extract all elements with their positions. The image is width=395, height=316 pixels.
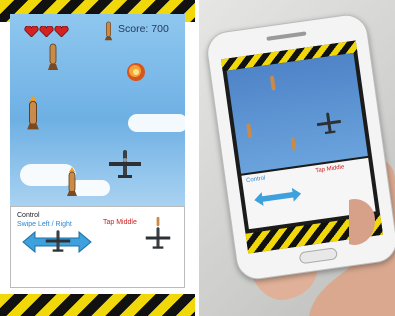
explosion-icon [127, 63, 145, 81]
fighter-plane-icon [45, 230, 71, 252]
heart-icon [39, 26, 54, 37]
control-tap-text: Tap Middle [103, 219, 137, 226]
fighter-plane-icon[interactable] [108, 148, 142, 180]
thumb-photo [349, 198, 375, 245]
missile-icon [48, 43, 58, 70]
heart-icon [54, 26, 69, 37]
missile-icon [67, 167, 77, 196]
game-screenshot: Score: 700 Control Swipe Left / Right Ta… [0, 0, 195, 316]
phone-photo: Control Tap Middle [199, 0, 395, 316]
missile-icon [156, 216, 160, 227]
missile-icon [27, 95, 39, 130]
control-title: Control [17, 212, 40, 219]
game-sky[interactable]: Score: 700 [10, 14, 185, 206]
hazard-stripe-bottom [0, 294, 195, 316]
missile-icon [104, 21, 113, 41]
score-label: Score: 700 [118, 23, 169, 35]
cloud [128, 114, 185, 132]
heart-icon [24, 26, 39, 37]
control-instructions: Control Swipe Left / Right Tap Middle [10, 206, 185, 288]
